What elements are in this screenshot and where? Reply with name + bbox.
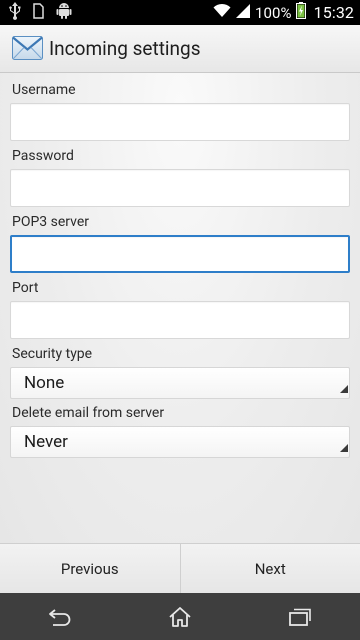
recent-apps-icon[interactable] <box>270 597 330 637</box>
security-type-value: None <box>24 373 65 393</box>
password-label: Password <box>12 148 74 164</box>
password-input[interactable] <box>10 169 350 207</box>
pop3-server-label: POP3 server <box>12 214 90 230</box>
username-label: Username <box>12 82 76 98</box>
delete-email-value: Never <box>24 432 68 452</box>
next-button[interactable]: Next <box>181 544 360 593</box>
wifi-icon <box>213 3 231 22</box>
status-bar-notifications <box>9 1 72 24</box>
android-icon <box>56 2 72 24</box>
port-label: Port <box>12 280 39 296</box>
back-icon[interactable] <box>30 597 90 637</box>
page-title: Incoming settings <box>49 37 201 60</box>
security-type-dropdown[interactable]: None <box>10 367 350 399</box>
usb-icon <box>9 1 21 24</box>
delete-email-dropdown[interactable]: Never <box>10 426 350 458</box>
previous-button[interactable]: Previous <box>0 544 180 593</box>
incoming-settings-form: Username Password POP3 server Port Secur… <box>0 73 360 543</box>
email-envelope-icon <box>12 36 43 64</box>
wizard-button-bar: Previous Next <box>0 543 360 593</box>
status-bar: 100% 15:32 <box>0 0 360 25</box>
battery-percent: 100% <box>254 3 292 22</box>
battery-charging-icon <box>295 2 306 23</box>
dropdown-corner-icon <box>340 437 348 456</box>
delete-email-label: Delete email from server <box>12 405 165 421</box>
status-bar-system: 100% 15:32 <box>213 2 354 23</box>
port-input[interactable] <box>10 301 350 339</box>
home-icon[interactable] <box>150 597 210 637</box>
username-input[interactable] <box>10 103 350 141</box>
dropdown-corner-icon <box>340 378 348 397</box>
action-bar: Incoming settings <box>0 25 360 73</box>
sim-card-icon <box>33 2 44 23</box>
signal-icon <box>235 3 251 22</box>
navigation-bar <box>0 593 360 640</box>
security-type-label: Security type <box>12 346 93 362</box>
pop3-server-input[interactable] <box>10 235 350 273</box>
clock: 15:32 <box>313 3 354 22</box>
